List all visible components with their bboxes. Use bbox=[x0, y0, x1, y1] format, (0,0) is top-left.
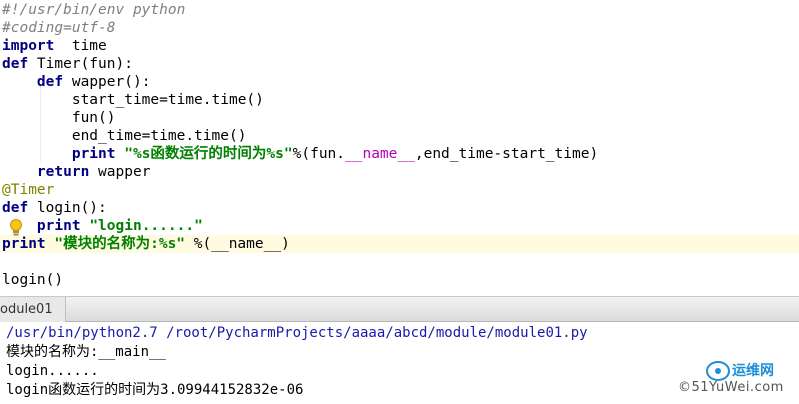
code-token: "模块的名称为:%s" bbox=[54, 236, 186, 252]
code-token: ,end_time-start_time) bbox=[414, 146, 599, 162]
code-token: wapper(): bbox=[63, 74, 151, 90]
code-token: %(__name__) bbox=[185, 236, 290, 252]
code-token: return bbox=[36, 164, 90, 180]
code-line[interactable]: def Timer(fun): bbox=[0, 55, 799, 73]
code-token: fun() bbox=[2, 110, 116, 126]
code-line[interactable]: @Timer bbox=[0, 181, 799, 199]
watermark-logo-icon bbox=[706, 361, 730, 381]
run-panel-header: odule01 bbox=[0, 296, 799, 323]
code-line[interactable]: def wapper(): bbox=[0, 73, 799, 91]
code-line[interactable]: print "login......" bbox=[0, 217, 799, 235]
code-token: def bbox=[2, 200, 29, 216]
code-token: "%s函数运行的时间为%s" bbox=[124, 146, 293, 162]
code-token: def bbox=[2, 56, 29, 72]
code-token: print bbox=[71, 146, 116, 162]
lightbulb-icon[interactable] bbox=[8, 218, 24, 238]
console-output-line: login...... bbox=[6, 363, 99, 379]
code-line[interactable]: print "模块的名称为:%s" %(__name__) bbox=[0, 235, 799, 253]
code-token: __name__ bbox=[345, 146, 415, 162]
code-editor[interactable]: login() print "模块的名称为:%s" %(__name__) pri… bbox=[0, 0, 799, 296]
code-line[interactable]: return wapper bbox=[0, 163, 799, 181]
console-command-line: /usr/bin/python2.7 /root/PycharmProjects… bbox=[6, 325, 588, 341]
code-token: print bbox=[36, 218, 81, 234]
watermark-subtitle: ©51YuWei.com bbox=[678, 380, 784, 395]
watermark-title: 运维网 bbox=[732, 363, 774, 379]
code-line[interactable]: def login(): bbox=[0, 199, 799, 217]
code-line[interactable]: import time bbox=[0, 37, 799, 55]
code-token: @Timer bbox=[2, 182, 55, 198]
code-line[interactable]: end_time=time.time() bbox=[0, 127, 799, 145]
run-tab-label[interactable]: odule01 bbox=[0, 297, 66, 323]
code-token: import bbox=[2, 38, 55, 54]
console-output-line: login函数运行的时间为3.09944152832e-06 bbox=[6, 382, 304, 398]
code-line[interactable]: #!/usr/bin/env python bbox=[0, 1, 799, 19]
code-line[interactable]: #coding=utf-8 bbox=[0, 19, 799, 37]
watermark: 运维网 ©51YuWei.com bbox=[678, 360, 796, 402]
code-token: print bbox=[2, 236, 46, 252]
code-token: #!/usr/bin/env python bbox=[2, 2, 186, 18]
code-token: start_time=time.time() bbox=[2, 92, 264, 108]
code-token: login(): bbox=[28, 200, 107, 216]
code-line[interactable]: login() bbox=[0, 271, 799, 289]
code-token: login() bbox=[2, 272, 64, 288]
console-output-line: 模块的名称为:__main__ bbox=[6, 344, 166, 360]
code-token: end_time=time.time() bbox=[2, 128, 247, 144]
code-line[interactable]: start_time=time.time() bbox=[0, 91, 799, 109]
code-line[interactable]: print "%s函数运行的时间为%s"%(fun.__name__,end_t… bbox=[0, 145, 799, 163]
code-token: wapper bbox=[89, 164, 151, 180]
code-token: "login......" bbox=[89, 218, 203, 234]
code-token: Timer(fun): bbox=[28, 56, 133, 72]
code-line[interactable] bbox=[0, 253, 799, 271]
code-token: #coding=utf-8 bbox=[2, 20, 116, 36]
indent-guide bbox=[40, 86, 41, 162]
code-line[interactable]: fun() bbox=[0, 109, 799, 127]
code-token: %(fun. bbox=[292, 146, 346, 162]
code-token: time bbox=[54, 38, 107, 54]
